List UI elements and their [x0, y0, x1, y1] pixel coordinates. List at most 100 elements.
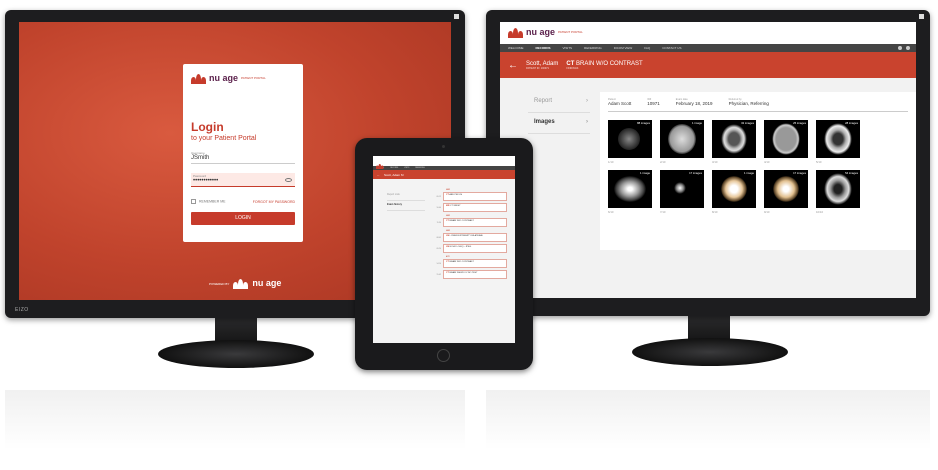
user-icon[interactable]	[898, 46, 902, 50]
scan-image: 32 images	[712, 120, 756, 158]
nav-faq[interactable]: FAQ	[644, 46, 650, 50]
scan-image: 1 image	[608, 170, 652, 208]
series-thumbnail[interactable]: 88 images 1/10	[608, 120, 652, 164]
exam-time: 09:20	[436, 247, 442, 250]
forgot-password-link[interactable]: FORGOT MY PASSWORD	[253, 200, 295, 204]
nuage-logo[interactable]: nu age PATIENT PORTAL	[508, 27, 908, 38]
meta-value: 10971	[647, 101, 660, 106]
home-button[interactable]	[437, 349, 450, 362]
viewer-screen: nu age PATIENT PORTAL WELCOME RECORDS VI…	[500, 22, 916, 298]
password-field[interactable]: Password ••••••••••••	[191, 173, 295, 187]
images-panel: Patient Adam Scott ID# 10971 Exam date Febr…	[600, 92, 916, 250]
show-password-icon[interactable]	[285, 178, 292, 182]
list-item[interactable]: 09:20 US ECHO LOGIQ - JPEG	[431, 244, 507, 253]
series-thumbnail[interactable]: 25 images 4/10	[764, 120, 808, 164]
exam-time: 10:04	[436, 206, 442, 209]
exam-modality: CT	[446, 220, 449, 222]
sidebar-item-report-lists[interactable]: Report Lists	[387, 191, 425, 201]
image-count: 1 image	[744, 171, 754, 175]
exam-card: CT BRAIN W/O CONTRAST	[443, 218, 507, 227]
list-item[interactable]: 10:04 MR CT WRIST	[431, 203, 507, 212]
patient-name-block: Scott, Adam PATIENT ID: 100971	[526, 61, 558, 70]
sidebar-item-report[interactable]: Report ›	[528, 92, 590, 113]
exam-name: BRAIN W&W/O IV NO TEST	[449, 272, 478, 274]
back-arrow-icon[interactable]: ←	[508, 60, 518, 71]
remember-me-label: REMEMBER ME	[199, 199, 226, 204]
remember-me-checkbox[interactable]: REMEMBER ME	[191, 199, 225, 204]
checkbox-icon	[191, 199, 196, 204]
series-label: 8/10	[712, 210, 718, 214]
sidebar-item-exam-history[interactable]: Exam history	[387, 201, 425, 211]
power-indicator	[919, 14, 924, 19]
list-item[interactable]: 11:30 CT BRAIN W/O CONTRAST	[431, 218, 507, 227]
exam-card: MR CT WRIST	[443, 203, 507, 212]
tablet-patient-header: ← Scott, Adam M	[373, 170, 515, 179]
series-thumbnail[interactable]: 32 images 3/10	[712, 120, 756, 164]
main-nav: WELCOME RECORDS VISITS REFERRING DICOM V…	[500, 44, 916, 52]
monitor-base-left	[158, 340, 314, 368]
exam-time: 08:45	[436, 236, 442, 239]
exam-card: CT BRAIN W/O CONTRAST	[443, 259, 507, 268]
list-item[interactable]: 08:45 US LOWER EXTREMITY BILATERAL	[431, 233, 507, 242]
tablet-camera	[442, 145, 445, 148]
logo-mark-icon	[508, 27, 523, 38]
tablet-patient-name: Scott, Adam M	[384, 172, 404, 177]
meta-exam-date: Exam date February 18, 2019	[676, 98, 713, 106]
series-thumbnail[interactable]: 17 images 7/10	[660, 170, 704, 214]
nav-visits[interactable]: VISITS	[404, 168, 409, 169]
settings-icon[interactable]	[906, 46, 910, 50]
thumbnail-grid: 88 images 1/10 1 image 2/10 32 images 3/10 …	[608, 120, 908, 214]
list-item[interactable]: 15:02 CT BRAIN W&W/O IV NO TEST	[431, 270, 507, 279]
list-item[interactable]: 14:10 CT BRAIN W/O CONTRAST	[431, 259, 507, 268]
exam-card: US LOWER EXTREMITY BILATERAL	[443, 233, 507, 242]
monitor-base-right	[632, 338, 788, 366]
scan-image: 25 images	[764, 120, 808, 158]
tablet-screen: WELCOME RECORDS VISITS REFERRING ← Scott…	[373, 156, 515, 343]
series-thumbnail[interactable]: 17 images 9/10	[764, 170, 808, 214]
chevron-right-icon: ›	[586, 98, 588, 104]
series-thumbnail[interactable]: 1 image 2/10	[660, 120, 704, 164]
series-label: 4/10	[764, 160, 770, 164]
exam-name: BRAIN W/O CONTRAST	[449, 261, 474, 263]
series-thumbnail[interactable]: 54 images 10/10	[816, 170, 860, 214]
study-title-block: CT BRAIN W/O CONTRAST FINDINGS	[566, 61, 642, 70]
series-thumbnail[interactable]: 28 images 5/10	[816, 120, 860, 164]
exam-modality: US	[446, 246, 450, 248]
login-subtitle: to your Patient Portal	[191, 135, 257, 142]
product-scene: nu age PATIENT PORTAL Login to your Pati…	[0, 0, 938, 470]
back-arrow-icon[interactable]: ←	[377, 173, 380, 177]
nav-contact[interactable]: CONTACT US	[662, 46, 681, 50]
exam-modality: CT	[446, 272, 449, 274]
nav-visits[interactable]: VISITS	[563, 46, 573, 50]
exam-name: ABD PELVIS	[449, 194, 463, 196]
login-button[interactable]: LOGIN	[191, 212, 295, 225]
nav-records[interactable]: RECORDS	[536, 46, 551, 50]
nav-referring[interactable]: REFERRING	[584, 46, 602, 50]
nav-referring[interactable]: REFERRING	[415, 168, 424, 169]
meta-value: February 18, 2019	[675, 101, 713, 106]
nav-records[interactable]: RECORDS	[390, 168, 398, 169]
meta-patient: Patient Adam Scott	[608, 98, 631, 106]
exam-modality: CT	[446, 261, 449, 263]
image-count: 17 images	[793, 171, 806, 175]
nav-welcome[interactable]: WELCOME	[508, 46, 524, 50]
series-thumbnail[interactable]: 1 image 6/10	[608, 170, 652, 214]
image-count: 32 images	[741, 121, 754, 125]
scan-image: 54 images	[816, 170, 860, 208]
series-label: 9/10	[764, 210, 770, 214]
tablet: WELCOME RECORDS VISITS REFERRING ← Scott…	[355, 138, 533, 370]
study-header: ← Scott, Adam PATIENT ID: 100971 CT BRAI…	[500, 52, 916, 78]
series-label: 2/10	[660, 160, 666, 164]
username-field[interactable]: Username JSmith	[191, 151, 295, 164]
exam-card: CT ABD PELVIS	[443, 192, 507, 201]
reflection-left	[5, 390, 465, 450]
study-sidebar: Report › Images ›	[528, 92, 590, 134]
sidebar-item-images[interactable]: Images ›	[528, 113, 590, 134]
exam-time: 09:12	[436, 195, 442, 198]
exam-history-list: MAR 09:12 CT ABD PELVIS 10:04 MR CT WRIST …	[431, 186, 507, 281]
series-thumbnail[interactable]: 1 image 8/10	[712, 170, 756, 214]
nav-dicom-view[interactable]: DICOM VIEW	[614, 46, 633, 50]
exam-card: US ECHO LOGIQ - JPEG	[443, 244, 507, 253]
exam-modality: MR	[446, 205, 450, 207]
list-item[interactable]: 09:12 CT ABD PELVIS	[431, 192, 507, 201]
